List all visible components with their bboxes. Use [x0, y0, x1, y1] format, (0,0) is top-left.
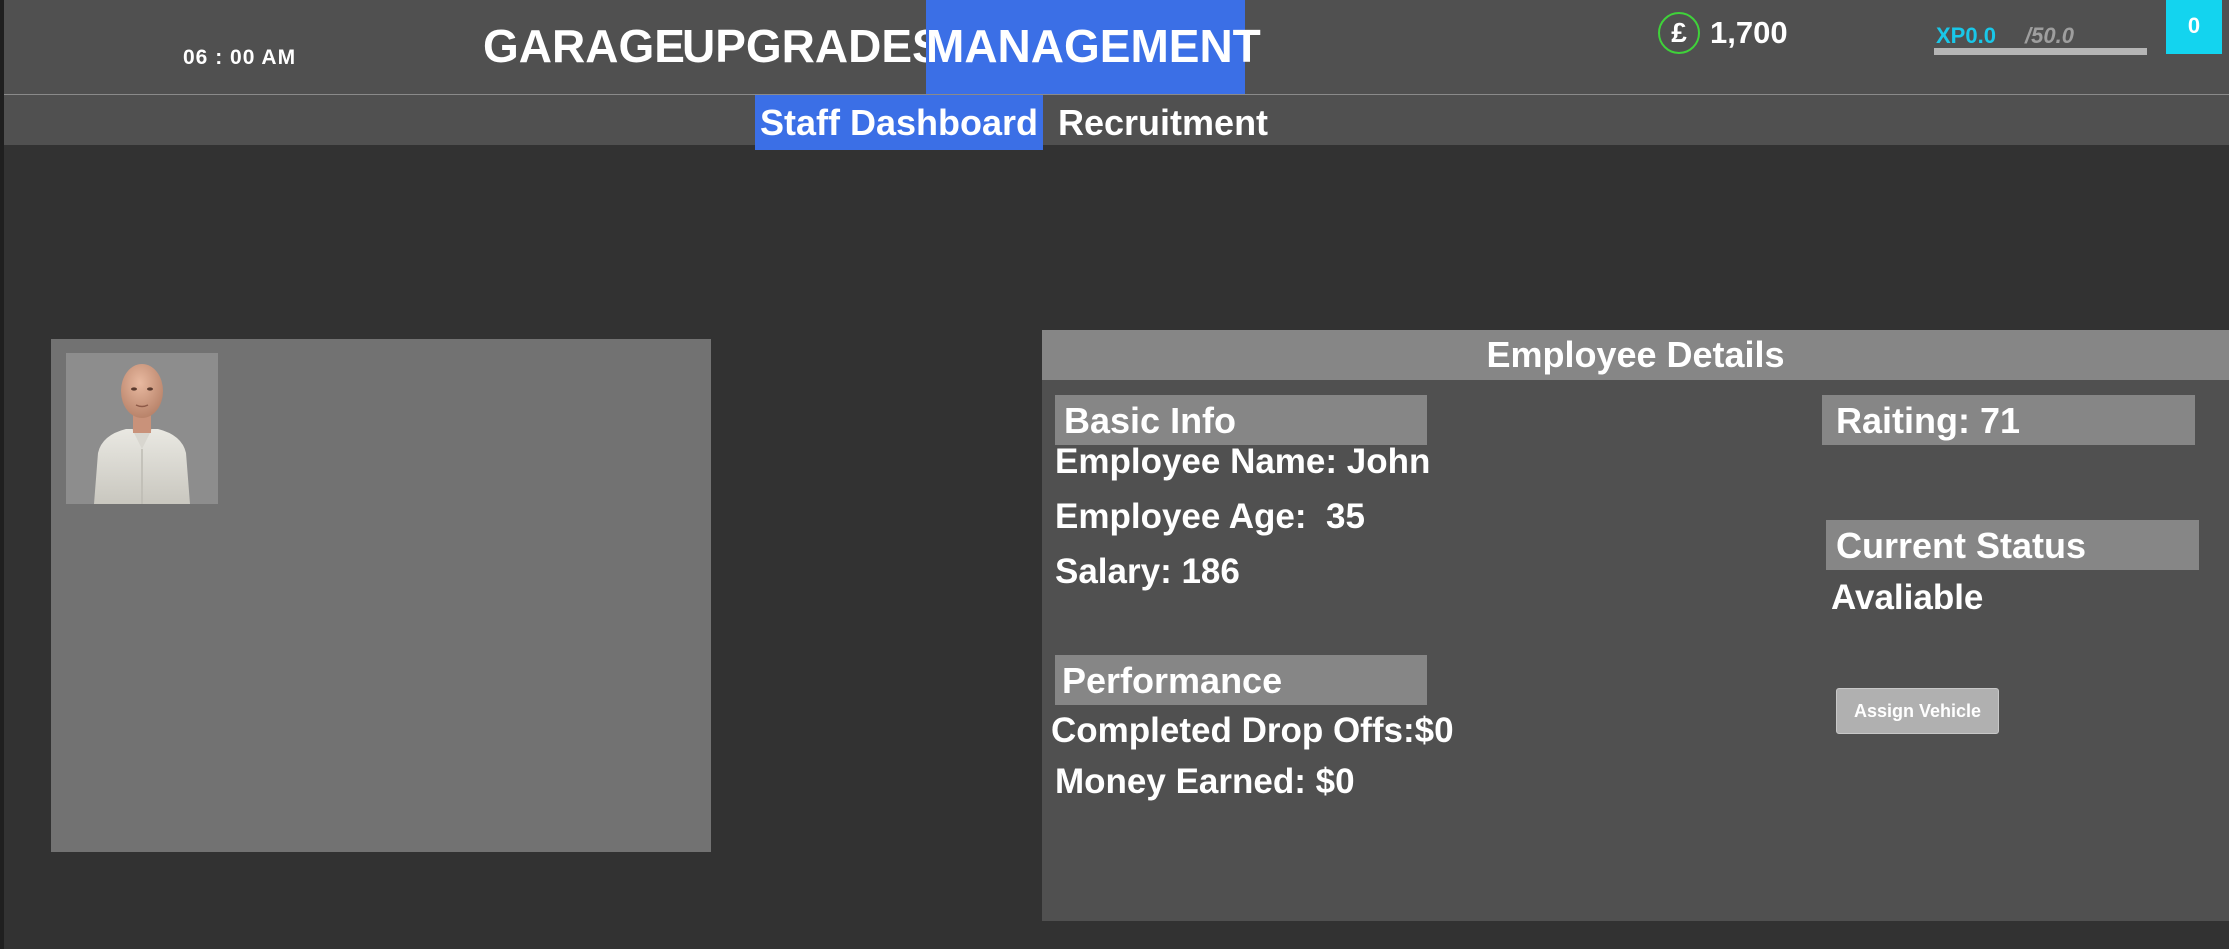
xp-max-label: /50.0: [2025, 23, 2074, 48]
current-status-value: Avaliable: [1831, 578, 1984, 617]
tab-recruitment[interactable]: Recruitment: [1048, 95, 1278, 150]
tab-upgrades[interactable]: UPGRADES: [676, 0, 949, 94]
money-earned: Money Earned: $0: [1055, 762, 1355, 801]
employee-name: Employee Name: John: [1055, 442, 1431, 481]
basic-info-header: Basic Info: [1055, 395, 1427, 445]
employee-portrait-card[interactable]: [66, 353, 218, 504]
level-badge: 0: [2166, 0, 2222, 54]
performance-header: Performance: [1055, 655, 1427, 705]
employee-age: Employee Age: 35: [1055, 497, 1365, 536]
completed-drop-offs: Completed Drop Offs:$0: [1051, 711, 1454, 750]
tab-garage[interactable]: GARAGE: [477, 0, 691, 94]
pound-currency-icon: £: [1658, 12, 1700, 54]
current-status-header: Current Status: [1826, 520, 2199, 570]
money-balance: 1,700: [1710, 15, 1788, 50]
game-clock: 06 : 00 AM: [183, 46, 297, 69]
assign-vehicle-button[interactable]: Assign Vehicle: [1836, 688, 1999, 734]
employee-salary: Salary: 186: [1055, 552, 1240, 591]
employee-details-title: Employee Details: [1042, 330, 2229, 380]
xp-current-label: XP0.0: [1936, 23, 1996, 48]
tab-staff-dashboard[interactable]: Staff Dashboard: [755, 95, 1043, 150]
xp-progress-bar: [1934, 48, 2147, 55]
tab-management[interactable]: MANAGEMENT: [926, 0, 1261, 94]
employee-portrait: [66, 353, 218, 504]
employee-rating: Raiting: 71: [1822, 395, 2195, 445]
